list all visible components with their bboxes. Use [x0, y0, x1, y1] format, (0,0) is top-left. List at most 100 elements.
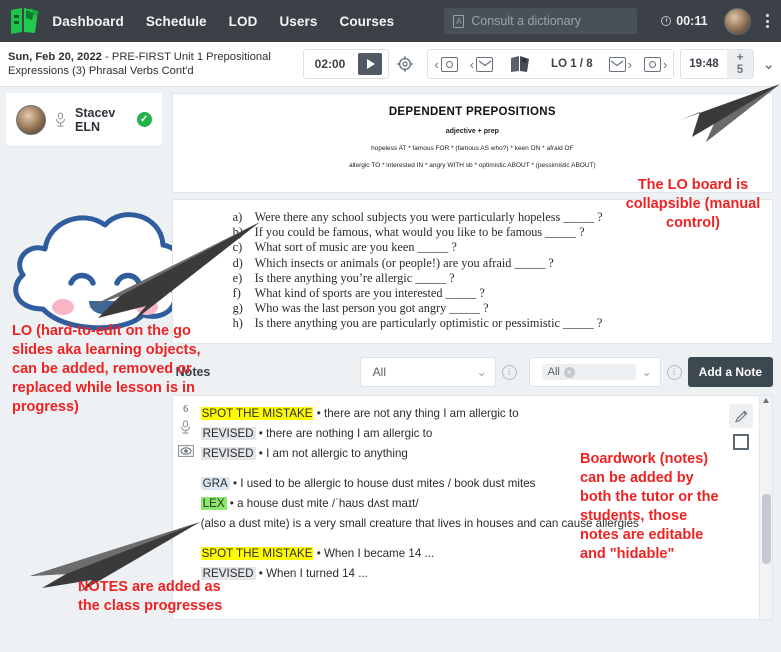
note-index: 6 [183, 404, 189, 415]
note-divider [201, 464, 719, 474]
add-note-button[interactable]: Add a Note [687, 357, 773, 387]
dictionary-search[interactable]: Consult a dictionary [444, 8, 638, 34]
question-list: a) Were there any school subjects you we… [173, 210, 772, 332]
notes-filter-author[interactable]: All × ⌄ [528, 357, 661, 387]
lesson-toolbar: Sun, Feb 20, 2022 - PRE-FIRST Unit 1 Pre… [0, 42, 781, 87]
note-line[interactable]: REVISED • When I turned 14 ... [200, 564, 719, 584]
chevron-down-icon[interactable]: ⌄ [762, 55, 775, 73]
note-line[interactable]: SPOT THE MISTAKE • When I became 14 ... [200, 544, 719, 564]
checkbox-icon[interactable] [733, 434, 749, 450]
question-letter: g) [232, 301, 243, 316]
plus-five-button[interactable]: + 5 [726, 50, 754, 78]
note-line[interactable]: REVISED • I am not allergic to anything [200, 444, 719, 464]
list-item: h) Is there anything you are particularl… [233, 316, 772, 331]
dictionary-placeholder[interactable]: Consult a dictionary [471, 14, 581, 28]
timer-value[interactable]: 02:00 [304, 57, 357, 71]
list-item: a) Were there any school subjects you we… [233, 210, 772, 225]
lo-board-subtitle: adjective + prep [445, 128, 499, 135]
lesson-date: Sun, Feb 20, 2022 [8, 51, 102, 63]
pencil-icon[interactable] [729, 404, 753, 428]
lo-questions-panel: a) Were there any school subjects you we… [171, 199, 773, 344]
notes-toolbar: Notes All ⌄ i All × ⌄ i Add a Note [172, 355, 773, 389]
chevron-down-icon: ⌄ [641, 365, 652, 379]
avatar[interactable] [723, 7, 751, 35]
list-item: b) If you could be famous, what would yo… [233, 225, 772, 240]
student-avatar [16, 104, 46, 135]
primary-nav-links: Dashboard Schedule LOD Users Courses [52, 14, 394, 29]
note-line[interactable]: REVISED • there are nothing I am allergi… [200, 424, 719, 444]
notes-filter-author-info-icon[interactable]: i [666, 364, 682, 380]
scroll-up-arrow-icon[interactable] [763, 398, 769, 403]
list-item: e) Is there anything you’re allergic ___… [233, 271, 772, 286]
main-body: Stacev ELN ✓ DEPENDENT PREPOSITIONS adje… [0, 87, 781, 652]
note-line[interactable]: LEX • a house dust mite /ˈhaʊs dʌst maɪt… [200, 494, 719, 514]
scrollbar-thumb[interactable] [762, 494, 771, 564]
notes-filter-type[interactable]: All ⌄ [359, 357, 496, 387]
note-tag: REVISED [200, 427, 256, 440]
student-card[interactable]: Stacev ELN ✓ [6, 93, 162, 146]
note-tag: SPOT THE MISTAKE [200, 547, 314, 560]
note-line[interactable]: (also a dust mite) is a very small creat… [201, 514, 719, 534]
open-book-icon[interactable] [509, 54, 531, 74]
question-text: What sort of music are you keen _____ ? [254, 240, 457, 255]
note-line[interactable]: GRA • I used to be allergic to house dus… [200, 474, 719, 494]
nav-item-dashboard[interactable]: Dashboard [52, 14, 123, 29]
eye-icon[interactable] [177, 444, 194, 462]
notes-content: SPOT THE MISTAKE • there are not any thi… [199, 396, 723, 619]
filter-chip-label: All [547, 366, 560, 378]
app-logo[interactable] [8, 6, 42, 36]
prev-envelope-button[interactable]: ‹ [464, 56, 499, 72]
lo-board-panel: DEPENDENT PREPOSITIONS adjective + prep … [171, 93, 773, 193]
kebab-menu-icon[interactable] [763, 14, 773, 28]
notes-label: Notes [175, 365, 211, 379]
note-text: • there are not any thing I am allergic … [313, 407, 519, 420]
question-text: Were there any school subjects you were … [254, 210, 603, 224]
question-text: Is there anything you’re allergic _____ … [254, 270, 455, 285]
note-text: (also a dust mite) is a very small creat… [200, 517, 639, 530]
note-line[interactable]: SPOT THE MISTAKE • there are not any thi… [200, 404, 719, 424]
scrollbar[interactable] [759, 396, 772, 619]
nav-item-schedule[interactable]: Schedule [146, 14, 207, 29]
elapsed-time: 19:48 [689, 58, 719, 70]
clock-time: 00:11 [676, 14, 708, 28]
note-tag: REVISED [200, 447, 256, 460]
nav-item-courses[interactable]: Courses [339, 14, 394, 29]
lo-counter: LO 1 / 8 [551, 58, 593, 70]
chevron-left-icon: ‹ [469, 56, 475, 72]
next-envelope-button[interactable]: › [603, 56, 638, 72]
gear-icon[interactable] [397, 56, 414, 72]
nav-item-users[interactable]: Users [279, 14, 317, 29]
note-text: • a house dust mite /ˈhaʊs dʌst maɪt/ [226, 497, 419, 510]
lesson-separator: - [101, 51, 112, 63]
note-text: • When I turned 14 ... [255, 567, 368, 580]
prev-envelope-icon [476, 56, 494, 72]
notes-panel: 6 SPOT THE MISTAKE • there are not any t… [171, 395, 773, 620]
note-gutter: 6 [173, 396, 199, 619]
question-text: If you could be famous, what would you l… [254, 225, 585, 240]
lo-board-line-2: allergic TO * interested IN * angry WITH… [348, 162, 596, 169]
top-navigation-bar: Dashboard Schedule LOD Users Courses Con… [0, 0, 781, 42]
cloud-mascot-icon [5, 191, 195, 346]
note-tag: REVISED [200, 567, 256, 580]
filter-chip: All × [541, 364, 636, 380]
note-tag: LEX [200, 497, 227, 510]
close-icon[interactable]: × [563, 366, 575, 378]
chevron-right-icon: › [627, 56, 632, 72]
question-letter: c) [232, 240, 243, 255]
next-reveal-button[interactable]: › [638, 56, 673, 72]
microphone-icon[interactable] [179, 420, 192, 439]
question-letter: h) [232, 316, 243, 331]
prev-reveal-button[interactable]: ‹ [428, 56, 463, 72]
note-text: • I am not allergic to anything [255, 447, 408, 460]
question-text: Is there anything you are particularly o… [254, 316, 603, 331]
nav-item-lod[interactable]: LOD [229, 14, 258, 29]
dictionary-book-icon [453, 14, 465, 28]
notes-filter-type-value: All [372, 365, 386, 379]
play-icon[interactable] [358, 53, 383, 75]
question-letter: f) [232, 286, 241, 301]
list-item: c) What sort of music are you keen _____… [233, 240, 772, 255]
notes-filter-type-info-icon[interactable]: i [501, 364, 517, 380]
note-text: • When I became 14 ... [313, 547, 435, 560]
lo-board-title: DEPENDENT PREPOSITIONS [388, 106, 556, 118]
timer-group: 02:00 [302, 49, 390, 79]
